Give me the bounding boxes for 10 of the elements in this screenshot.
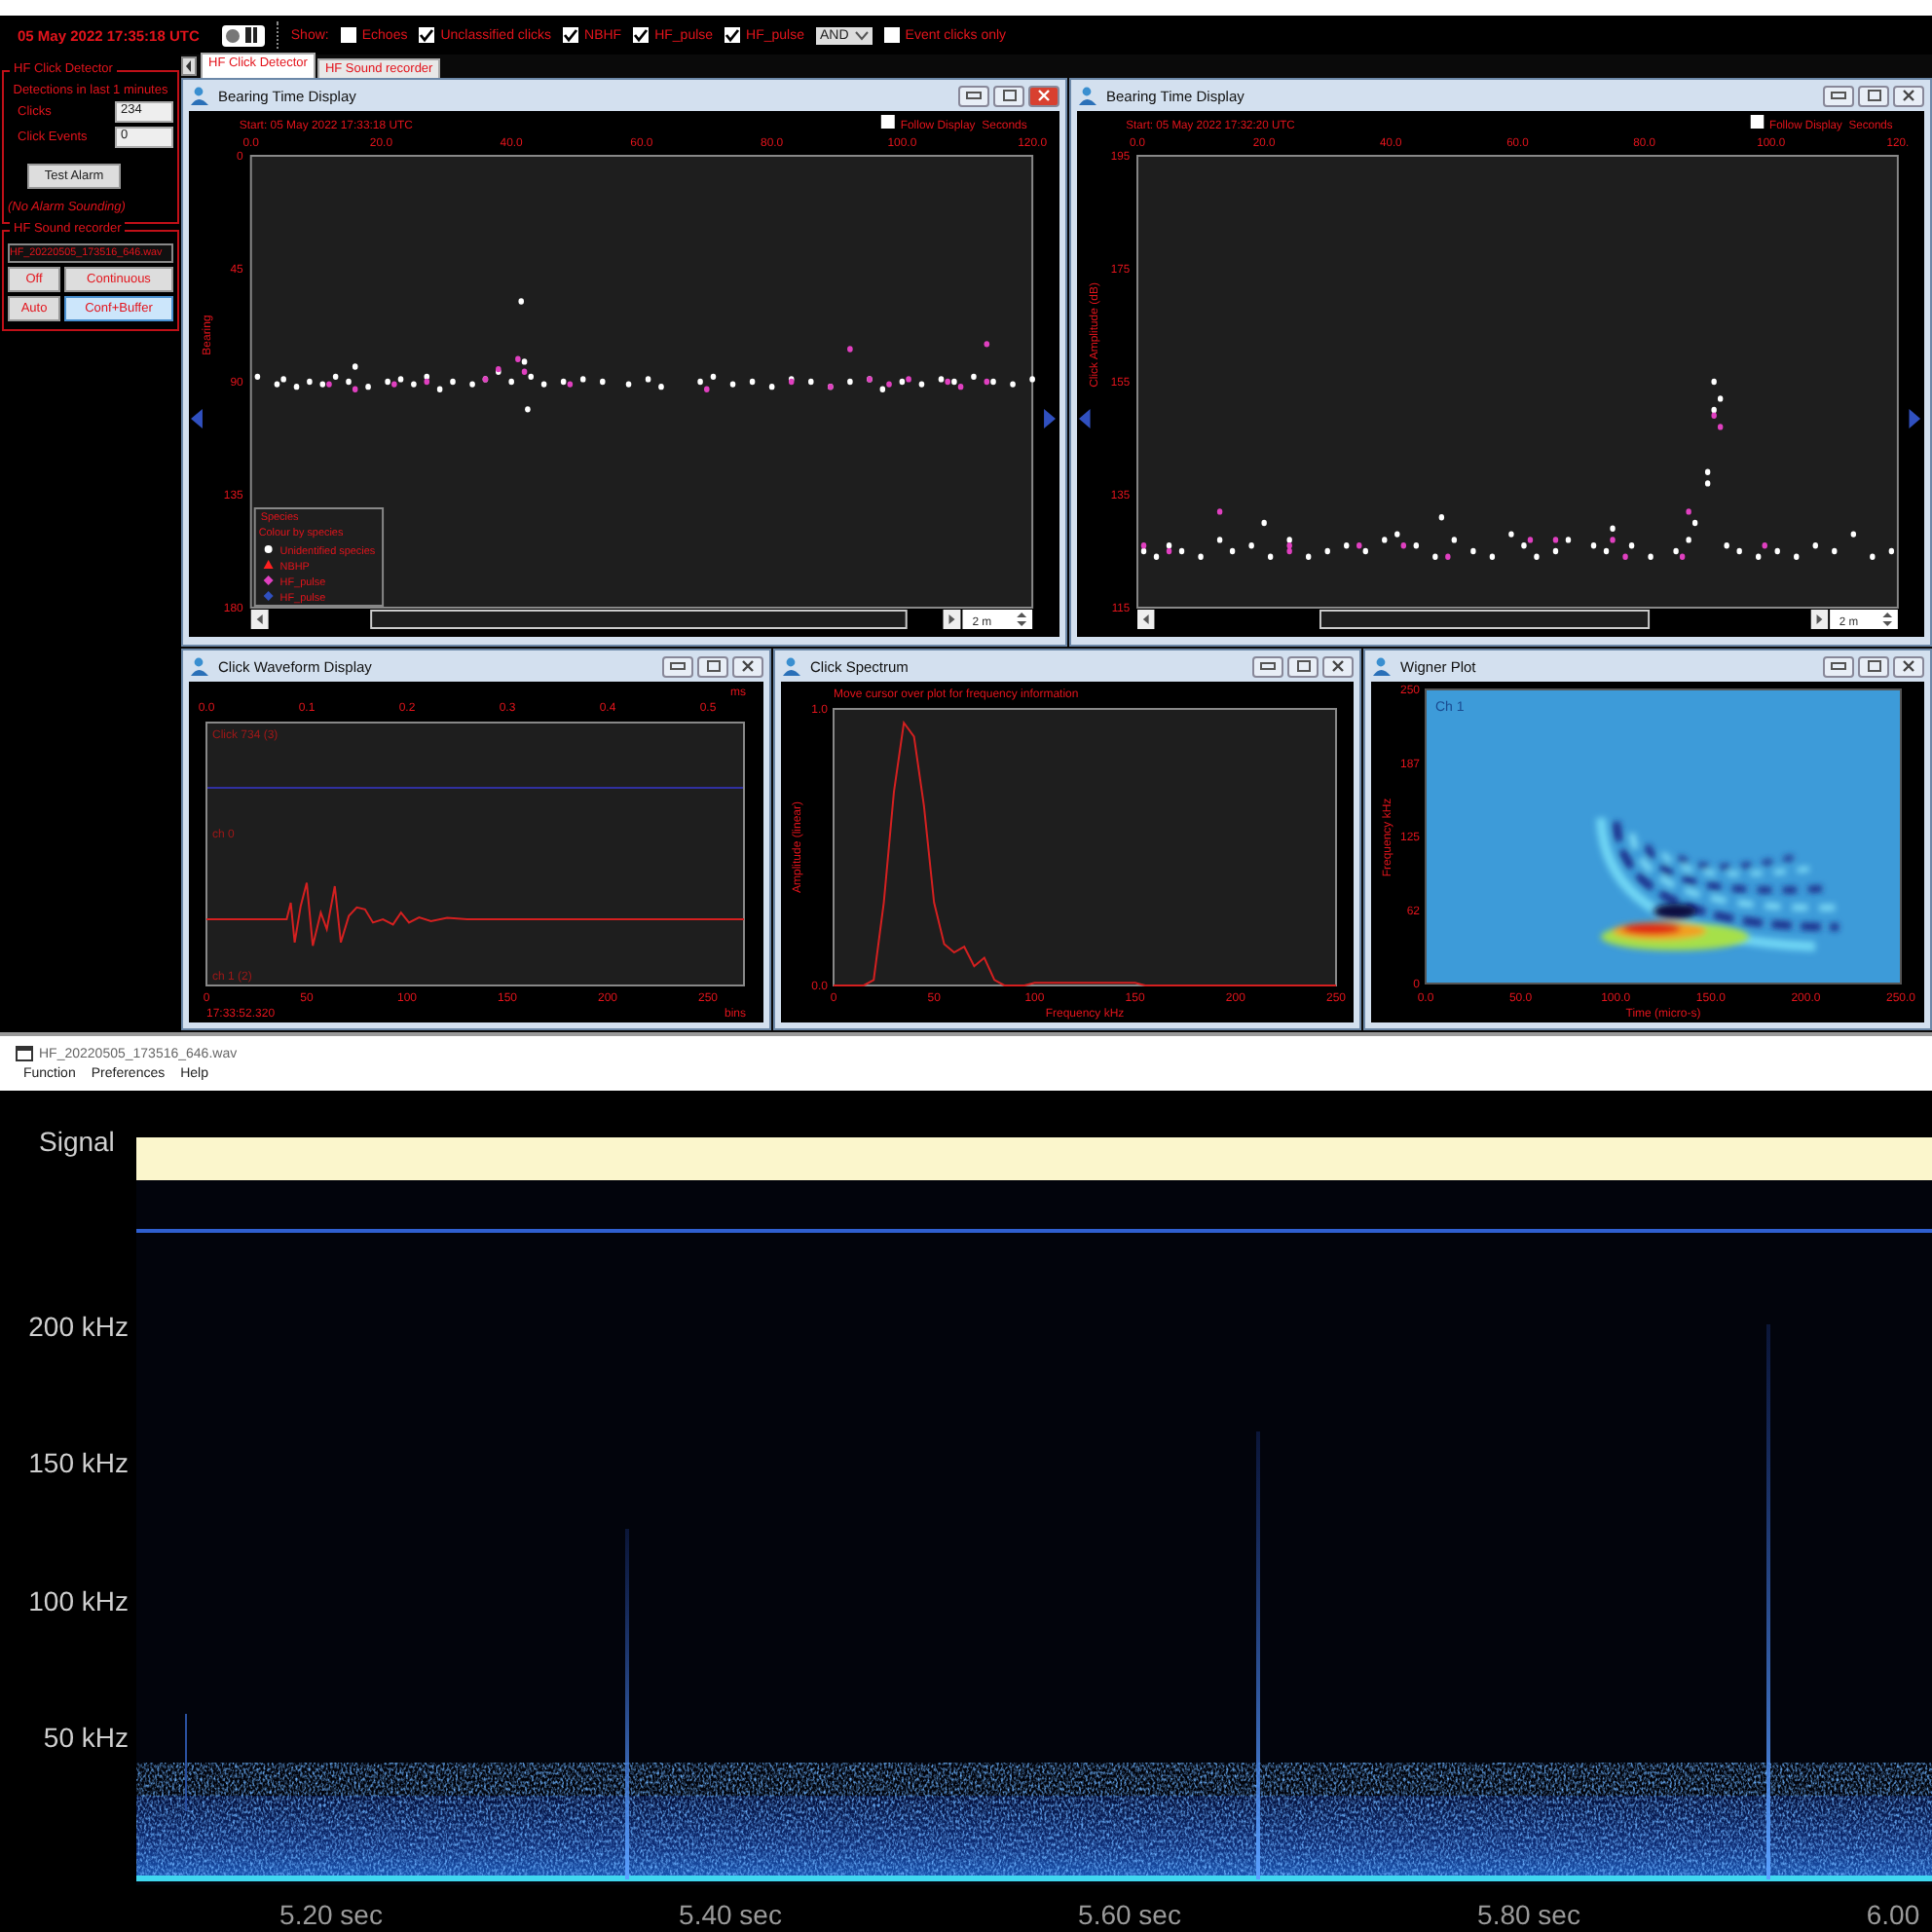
signal-label: Signal bbox=[39, 1126, 115, 1157]
time-label: 5.80 sec bbox=[1477, 1899, 1580, 1930]
frequency-label: 200 kHz bbox=[28, 1311, 129, 1342]
time-label: 5.60 sec bbox=[1078, 1899, 1181, 1930]
time-label: 5.40 sec bbox=[679, 1899, 782, 1930]
time-label: 6.00 bbox=[1866, 1899, 1920, 1930]
frequency-label: 100 kHz bbox=[28, 1585, 129, 1616]
time-label: 5.20 sec bbox=[279, 1899, 383, 1930]
frequency-label: 150 kHz bbox=[28, 1447, 129, 1478]
frequency-label: 50 kHz bbox=[43, 1722, 129, 1753]
